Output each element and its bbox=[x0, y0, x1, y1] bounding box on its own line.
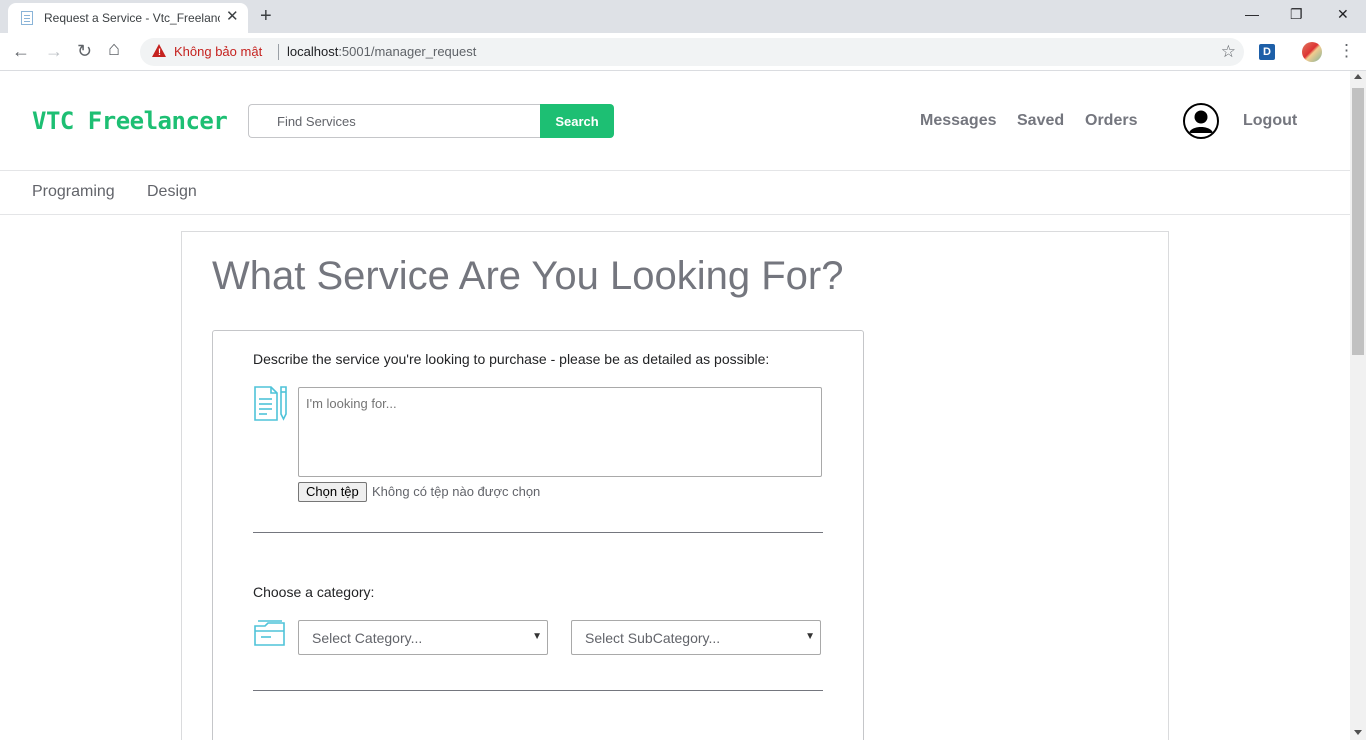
user-avatar-icon[interactable] bbox=[1183, 103, 1219, 139]
chevron-down-icon: ▼ bbox=[805, 631, 815, 642]
home-icon[interactable]: ⌂ bbox=[108, 38, 120, 60]
page-viewport: VTC Freelancer Search Messages Saved Ord… bbox=[0, 71, 1350, 740]
page-title: What Service Are You Looking For? bbox=[212, 254, 844, 298]
category-select-value: Select Category... bbox=[312, 630, 423, 646]
nav-orders[interactable]: Orders bbox=[1085, 112, 1137, 130]
security-status[interactable]: Không bảo mật bbox=[174, 44, 262, 59]
forward-arrow-icon[interactable]: → bbox=[45, 40, 63, 62]
service-description-textarea[interactable] bbox=[298, 387, 822, 477]
section-divider bbox=[253, 532, 823, 533]
nav-messages[interactable]: Messages bbox=[920, 112, 997, 130]
document-pencil-icon bbox=[253, 386, 289, 427]
new-tab-icon[interactable]: + bbox=[260, 5, 272, 27]
category-subnav: Programing Design bbox=[0, 171, 1350, 215]
subcategory-select[interactable]: Select SubCategory... ▼ bbox=[571, 620, 821, 655]
chevron-down-icon: ▼ bbox=[532, 631, 542, 642]
folder-icon bbox=[253, 618, 287, 653]
tab-title: Request a Service - Vtc_Freelancer bbox=[44, 11, 220, 25]
minimize-icon[interactable]: — bbox=[1245, 4, 1259, 24]
scrollbar-thumb[interactable] bbox=[1352, 88, 1364, 355]
address-bar[interactable]: ! Không bảo mật localhost:5001/manager_r… bbox=[140, 38, 1244, 66]
subnav-item-programing[interactable]: Programing bbox=[32, 183, 115, 201]
subnav-item-design[interactable]: Design bbox=[147, 183, 197, 201]
omnibox-separator bbox=[278, 44, 279, 60]
profile-icon[interactable] bbox=[1302, 42, 1322, 62]
category-select[interactable]: Select Category... ▼ bbox=[298, 620, 548, 655]
back-arrow-icon[interactable]: ← bbox=[12, 40, 30, 62]
nav-logout[interactable]: Logout bbox=[1243, 112, 1297, 130]
browser-tab-bar: Request a Service - Vtc_Freelancer ✕ + —… bbox=[0, 0, 1366, 33]
scroll-down-icon[interactable] bbox=[1354, 730, 1362, 735]
menu-dots-icon[interactable]: ⋮ bbox=[1338, 41, 1355, 61]
star-icon[interactable]: ☆ bbox=[1221, 42, 1236, 62]
describe-label: Describe the service you're looking to p… bbox=[253, 351, 770, 367]
request-form: Describe the service you're looking to p… bbox=[212, 330, 864, 740]
section-divider bbox=[253, 690, 823, 691]
search-button[interactable]: Search bbox=[540, 104, 614, 138]
browser-toolbar: ← → ↻ ⌂ ! Không bảo mật localhost:5001/m… bbox=[0, 33, 1366, 71]
search-input[interactable] bbox=[248, 104, 541, 138]
nav-saved[interactable]: Saved bbox=[1017, 112, 1064, 130]
category-label: Choose a category: bbox=[253, 584, 375, 600]
site-header: VTC Freelancer Search Messages Saved Ord… bbox=[0, 71, 1350, 171]
site-logo[interactable]: VTC Freelancer bbox=[32, 107, 228, 135]
page-favicon-icon bbox=[21, 11, 33, 25]
url-text[interactable]: localhost:5001/manager_request bbox=[287, 44, 476, 59]
warning-icon: ! bbox=[152, 44, 166, 57]
reload-icon[interactable]: ↻ bbox=[77, 40, 92, 62]
request-panel: What Service Are You Looking For? Descri… bbox=[181, 231, 1169, 740]
page-scrollbar[interactable] bbox=[1350, 71, 1366, 740]
scroll-up-icon[interactable] bbox=[1354, 74, 1362, 79]
browser-tab[interactable]: Request a Service - Vtc_Freelancer ✕ bbox=[8, 3, 248, 33]
restore-icon[interactable]: ❐ bbox=[1290, 4, 1303, 24]
extension-d-icon[interactable]: D bbox=[1259, 44, 1275, 60]
subcategory-select-value: Select SubCategory... bbox=[585, 630, 721, 646]
close-tab-icon[interactable]: ✕ bbox=[226, 8, 239, 26]
file-status-text: Không có tệp nào được chọn bbox=[372, 484, 541, 499]
choose-file-button[interactable]: Chọn tệp bbox=[298, 482, 367, 502]
window-close-icon[interactable]: ✕ bbox=[1337, 4, 1349, 24]
